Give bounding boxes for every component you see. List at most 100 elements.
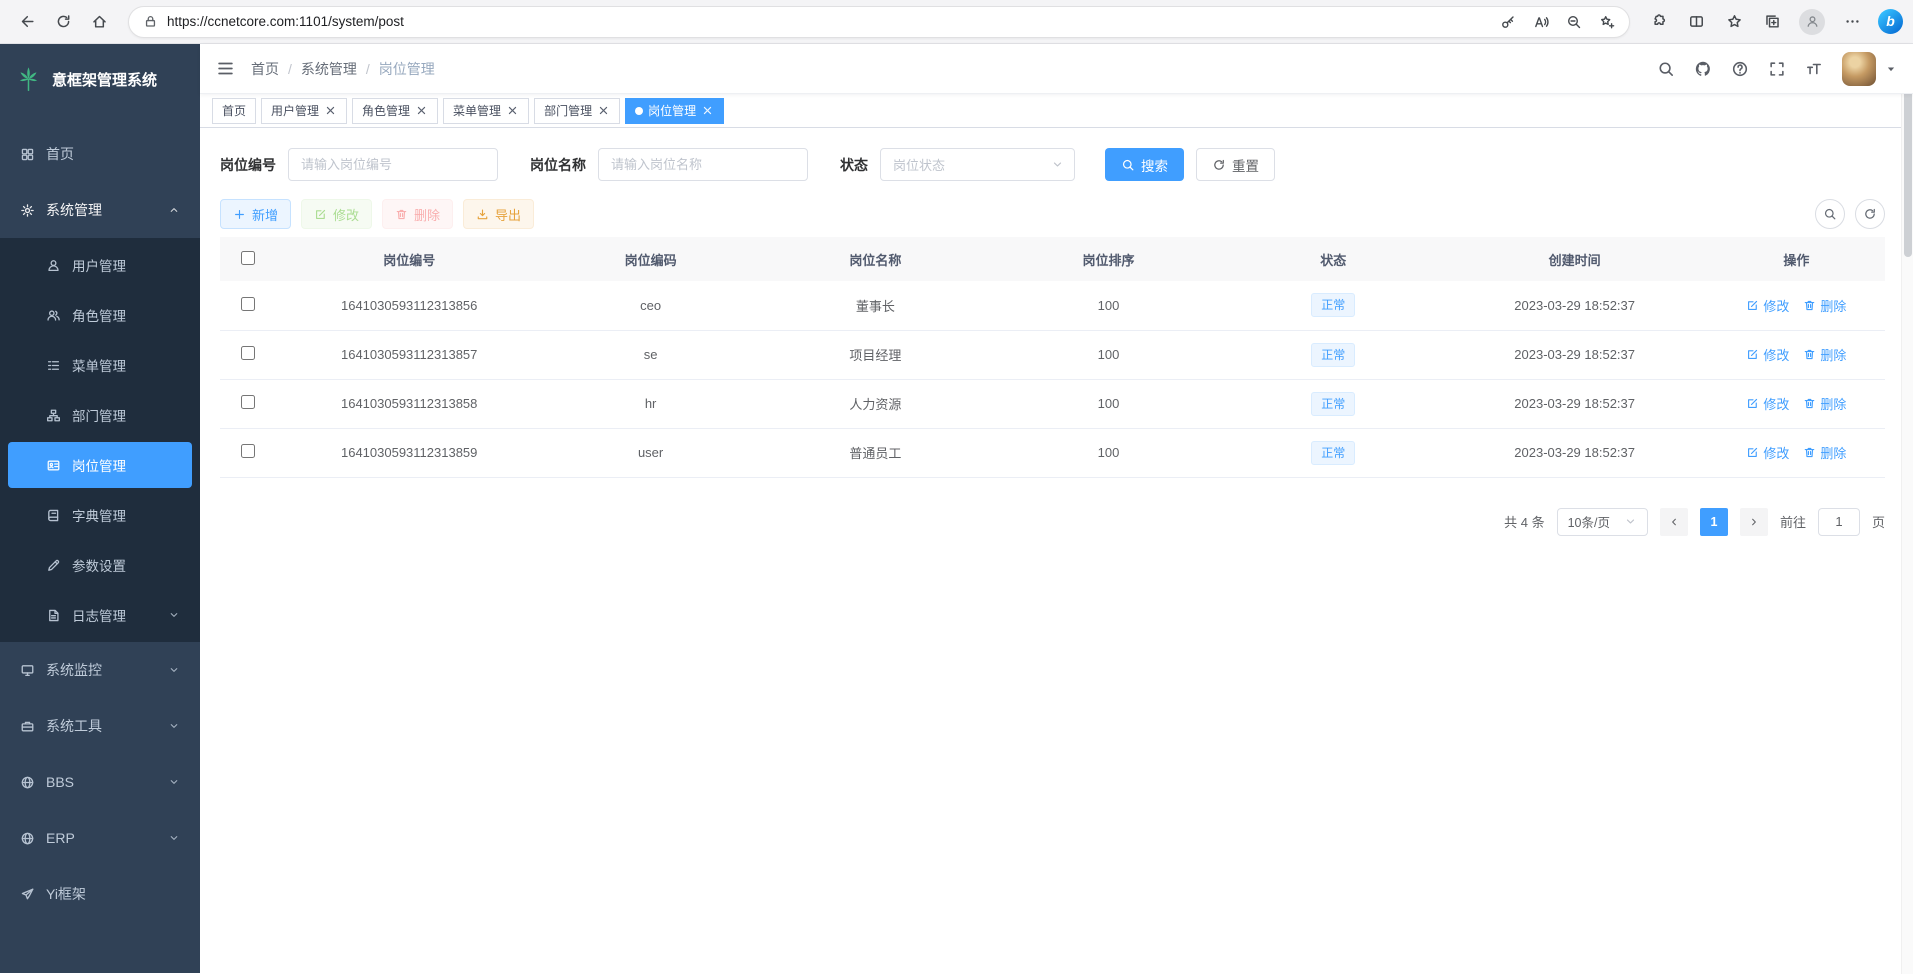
tab-post-management[interactable]: 岗位管理 [625, 98, 724, 124]
sidebar-item-home[interactable]: 首页 [0, 126, 200, 182]
refresh-icon [55, 13, 72, 30]
edit-button[interactable]: 修改 [301, 199, 372, 229]
user-avatar[interactable] [1842, 52, 1876, 86]
site-info-lock-icon[interactable] [143, 14, 158, 29]
search-icon[interactable] [1657, 60, 1675, 78]
tab-menu-management[interactable]: 菜单管理 [443, 98, 529, 124]
row-delete-button[interactable]: 删除 [1803, 394, 1846, 413]
row-checkbox[interactable] [241, 346, 255, 360]
tab-user-management[interactable]: 用户管理 [261, 98, 347, 124]
actions-cell: 修改删除 [1708, 330, 1885, 379]
table-row: 1641030593112313858hr人力资源100正常2023-03-29… [220, 379, 1885, 428]
tab-close-icon[interactable] [324, 104, 337, 117]
sidebar-toggle-button[interactable] [216, 59, 235, 78]
fullscreen-icon[interactable] [1768, 60, 1786, 78]
favorites-button[interactable] [1718, 6, 1750, 38]
sidebar-item-user-management[interactable]: 用户管理 [0, 240, 200, 290]
sidebar-item-bbs[interactable]: BBS [0, 754, 200, 810]
app-window: 意框架管理系统 首页系统管理用户管理角色管理菜单管理部门管理岗位管理字典管理参数… [0, 44, 1913, 973]
row-checkbox[interactable] [241, 395, 255, 409]
tab-close-icon[interactable] [506, 104, 519, 117]
add-favorite-icon[interactable] [1599, 14, 1615, 30]
sidebar-item-post-management[interactable]: 岗位管理 [8, 442, 192, 488]
search-button[interactable]: 搜索 [1105, 148, 1184, 181]
collections-button[interactable] [1756, 6, 1788, 38]
address-bar[interactable]: https://ccnetcore.com:1101/system/post [128, 6, 1630, 38]
logo-link[interactable]: 意框架管理系统 [0, 44, 200, 114]
extensions-button[interactable] [1642, 6, 1674, 38]
split-screen-button[interactable] [1680, 6, 1712, 38]
sidebar-item-param-settings[interactable]: 参数设置 [0, 540, 200, 590]
browser-profile-button[interactable] [1799, 9, 1825, 35]
refresh-table-button[interactable] [1855, 199, 1885, 229]
row-checkbox[interactable] [241, 297, 255, 311]
tab-close-icon[interactable] [597, 104, 610, 117]
breadcrumb-item[interactable]: 首页 [251, 59, 279, 79]
bing-discover-button[interactable] [1878, 9, 1903, 34]
password-icon[interactable] [1500, 14, 1516, 30]
sidebar-item-menu-management[interactable]: 菜单管理 [0, 340, 200, 390]
caret-down-icon[interactable] [1885, 63, 1897, 75]
sidebar-item-label: 岗位管理 [72, 455, 126, 475]
sidebar-item-system-tools[interactable]: 系统工具 [0, 698, 200, 754]
select-all-checkbox[interactable] [241, 251, 255, 265]
goto-page-input[interactable] [1818, 508, 1860, 536]
refresh-button[interactable] [46, 5, 80, 39]
post-name-input[interactable] [598, 148, 808, 181]
show-search-button[interactable] [1815, 199, 1845, 229]
zoom-icon[interactable] [1566, 14, 1582, 30]
breadcrumb-item[interactable]: 系统管理 [301, 59, 357, 79]
row-edit-button[interactable]: 修改 [1746, 345, 1789, 364]
font-size-icon[interactable] [1805, 60, 1823, 78]
row-edit-button[interactable]: 修改 [1746, 443, 1789, 462]
tab-close-icon[interactable] [415, 104, 428, 117]
row-checkbox[interactable] [241, 444, 255, 458]
github-icon[interactable] [1694, 60, 1712, 78]
tab-label: 菜单管理 [453, 102, 501, 119]
browser-scrollbar[interactable] [1901, 45, 1913, 974]
row-delete-button[interactable]: 删除 [1803, 345, 1846, 364]
actions-cell: 修改删除 [1708, 281, 1885, 330]
column-header: 岗位名称 [759, 237, 992, 281]
sidebar-item-label: 系统管理 [46, 200, 102, 220]
back-button[interactable] [10, 5, 44, 39]
settings-button[interactable] [1836, 6, 1868, 38]
status-select[interactable]: 岗位状态 [880, 148, 1075, 181]
sidebar-item-system-monitor[interactable]: 系统监控 [0, 642, 200, 698]
export-button[interactable]: 导出 [463, 199, 534, 229]
table-row: 1641030593112313856ceo董事长100正常2023-03-29… [220, 281, 1885, 330]
sidebar-item-label: Yi框架 [46, 884, 86, 904]
sidebar-item-erp[interactable]: ERP [0, 810, 200, 866]
page-1-button[interactable]: 1 [1700, 508, 1728, 536]
sidebar-item-role-management[interactable]: 角色管理 [0, 290, 200, 340]
tab-home[interactable]: 首页 [212, 98, 256, 124]
sidebar-item-log-management[interactable]: 日志管理 [0, 590, 200, 640]
tab-role-management[interactable]: 角色管理 [352, 98, 438, 124]
address-bar-actions [1500, 14, 1615, 30]
sidebar-item-yi-framework[interactable]: Yi框架 [0, 866, 200, 922]
row-edit-button[interactable]: 修改 [1746, 394, 1789, 413]
sidebar-item-dict-management[interactable]: 字典管理 [0, 490, 200, 540]
row-edit-button[interactable]: 修改 [1746, 296, 1789, 315]
add-button[interactable]: 新增 [220, 199, 291, 229]
tab-close-icon[interactable] [701, 104, 714, 117]
status-cell: 正常 [1225, 330, 1441, 379]
delete-button[interactable]: 删除 [382, 199, 453, 229]
sidebar-item-system-management[interactable]: 系统管理 [0, 182, 200, 238]
next-page-button[interactable] [1740, 508, 1768, 536]
browser-nav [10, 5, 116, 39]
row-delete-button[interactable]: 删除 [1803, 443, 1846, 462]
sidebar-item-dept-management[interactable]: 部门管理 [0, 390, 200, 440]
home-button[interactable] [82, 5, 116, 39]
actions-cell: 修改删除 [1708, 428, 1885, 477]
page-content: 岗位编号 岗位名称 状态 岗位状态 搜索 重置 新增 [200, 128, 1913, 973]
reset-button[interactable]: 重置 [1196, 148, 1275, 181]
row-delete-button[interactable]: 删除 [1803, 296, 1846, 315]
prev-page-button[interactable] [1660, 508, 1688, 536]
help-icon[interactable] [1731, 60, 1749, 78]
edit-icon [1746, 348, 1759, 361]
tab-dept-management[interactable]: 部门管理 [534, 98, 620, 124]
page-size-select[interactable]: 10条/页 [1557, 508, 1648, 536]
read-aloud-icon[interactable] [1533, 14, 1549, 30]
post-code-input[interactable] [288, 148, 498, 181]
